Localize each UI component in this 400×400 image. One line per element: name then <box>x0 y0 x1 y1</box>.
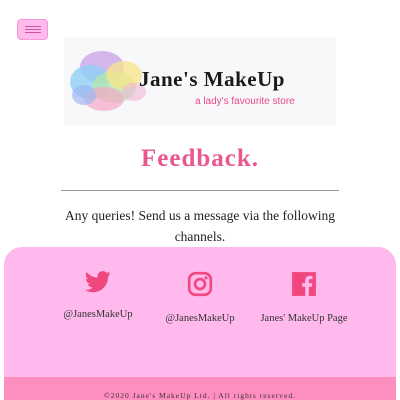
facebook-icon <box>292 272 316 296</box>
twitter-contact-link[interactable]: @JanesMakeUp <box>48 271 148 325</box>
logo-tagline: a lady's favourite store <box>195 96 295 107</box>
facebook-page-name: Janes' MakeUp Page <box>260 313 348 324</box>
hamburger-menu-button[interactable] <box>17 19 48 40</box>
instagram-contact-link[interactable]: @JanesMakeUp <box>150 271 250 329</box>
footer: ©2020 Jane's MakeUp Ltd. | All rights re… <box>4 377 396 400</box>
copyright-text: ©2020 Jane's MakeUp Ltd. | All rights re… <box>104 391 296 400</box>
twitter-handle: @JanesMakeUp <box>63 309 133 320</box>
hamburger-line <box>25 29 41 30</box>
hamburger-menu-icon <box>25 26 41 27</box>
intro-text: Any queries! Send us a message via the f… <box>65 208 335 244</box>
title-divider <box>61 190 339 191</box>
twitter-icon <box>84 271 111 293</box>
page-title: Feedback. <box>140 145 260 172</box>
store-logo[interactable]: Jane's MakeUp a lady's favourite store <box>64 37 336 126</box>
logo-title: Jane's MakeUp <box>139 67 285 91</box>
instagram-handle: @JanesMakeUp <box>165 313 235 324</box>
hamburger-line <box>25 32 41 33</box>
instagram-icon <box>187 271 213 297</box>
facebook-contact-link[interactable]: Janes' MakeUp Page <box>254 271 354 329</box>
